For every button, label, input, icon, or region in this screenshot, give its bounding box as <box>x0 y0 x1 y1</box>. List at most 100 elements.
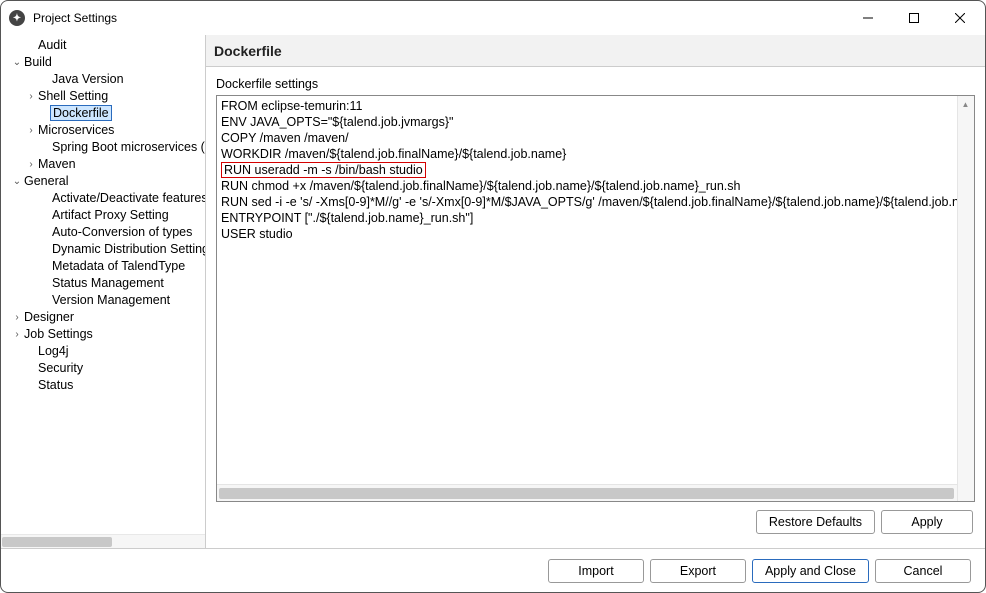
tree-item[interactable]: ·Auto-Conversion of types <box>1 224 205 241</box>
tree-item[interactable]: ›Microservices <box>1 122 205 139</box>
editor-horizontal-scrollbar-thumb[interactable] <box>219 488 954 499</box>
chevron-right-icon[interactable]: › <box>25 156 37 173</box>
tree-item[interactable]: ⌄Build <box>1 54 205 71</box>
titlebar: ✦ Project Settings <box>1 1 985 35</box>
tree-item-label: Metadata of TalendType <box>51 259 186 273</box>
tree-item-label: Maven <box>37 157 77 171</box>
editor-line: USER studio <box>221 226 956 242</box>
apply-and-close-button[interactable]: Apply and Close <box>752 559 869 583</box>
tree-item[interactable]: ·Audit <box>1 37 205 54</box>
tree-item-label: Artifact Proxy Setting <box>51 208 170 222</box>
tree-item-label: General <box>23 174 69 188</box>
scrollbar-up-arrow-icon[interactable]: ▲ <box>957 96 974 113</box>
export-button[interactable]: Export <box>650 559 746 583</box>
main-panel: Dockerfile Dockerfile settings FROM ecli… <box>206 35 985 548</box>
caret-placeholder: · <box>39 71 51 88</box>
tree-item-label: Log4j <box>37 344 70 358</box>
tree-item-label: Dockerfile <box>51 106 111 120</box>
tree-item[interactable]: ·Activate/Deactivate features <box>1 190 205 207</box>
tree-item-label: Audit <box>37 38 68 52</box>
tree-item-label: Shell Setting <box>37 89 109 103</box>
tree-item-label: Microservices <box>37 123 115 137</box>
window-title: Project Settings <box>33 11 117 25</box>
caret-placeholder: · <box>39 292 51 309</box>
editor-line: ENV JAVA_OPTS="${talend.job.jvmargs}" <box>221 114 956 130</box>
import-button[interactable]: Import <box>548 559 644 583</box>
tree-item[interactable]: ·Artifact Proxy Setting <box>1 207 205 224</box>
tree-item[interactable]: ·Log4j <box>1 343 205 360</box>
page-title: Dockerfile <box>214 43 282 59</box>
editor-line: FROM eclipse-temurin:11 <box>221 98 956 114</box>
maximize-button[interactable] <box>891 3 937 33</box>
chevron-down-icon[interactable]: ⌄ <box>11 54 23 71</box>
tree-item[interactable]: ⌄General <box>1 173 205 190</box>
tree-item-label: Designer <box>23 310 75 324</box>
tree-item[interactable]: ·Java Version <box>1 71 205 88</box>
caret-placeholder: · <box>25 360 37 377</box>
main-header: Dockerfile <box>206 35 985 67</box>
editor-line: RUN chmod +x /maven/${talend.job.finalNa… <box>221 178 956 194</box>
caret-placeholder: · <box>39 241 51 258</box>
caret-placeholder: · <box>25 343 37 360</box>
tree-item[interactable]: ·Spring Boot microservices (Deprecated) <box>1 139 205 156</box>
tree-item[interactable]: ›Shell Setting <box>1 88 205 105</box>
tree-item[interactable]: ·Version Management <box>1 292 205 309</box>
tree-item[interactable]: ·Dynamic Distribution Settings <box>1 241 205 258</box>
tree-item-label: Build <box>23 55 53 69</box>
tree-item-label: Security <box>37 361 84 375</box>
window-controls <box>845 3 983 33</box>
editor-line: RUN useradd -m -s /bin/bash studio <box>221 162 956 178</box>
dockerfile-editor-container: FROM eclipse-temurin:11ENV JAVA_OPTS="${… <box>216 95 975 502</box>
content-area: Dockerfile settings FROM eclipse-temurin… <box>206 67 985 548</box>
app-icon: ✦ <box>9 10 25 26</box>
chevron-right-icon[interactable]: › <box>25 122 37 139</box>
tree-item[interactable]: ·Metadata of TalendType <box>1 258 205 275</box>
restore-defaults-button[interactable]: Restore Defaults <box>756 510 875 534</box>
chevron-right-icon[interactable]: › <box>11 309 23 326</box>
body-area: ·Audit⌄Build·Java Version›Shell Setting·… <box>1 35 985 548</box>
panel-buttons: Restore Defaults Apply <box>216 502 975 542</box>
sidebar-scrollbar-thumb[interactable] <box>2 537 112 547</box>
editor-line: COPY /maven /maven/ <box>221 130 956 146</box>
sidebar: ·Audit⌄Build·Java Version›Shell Setting·… <box>1 35 206 548</box>
settings-label: Dockerfile settings <box>216 77 975 91</box>
editor-line: ENTRYPOINT ["./${talend.job.name}_run.sh… <box>221 210 956 226</box>
dockerfile-editor[interactable]: FROM eclipse-temurin:11ENV JAVA_OPTS="${… <box>221 98 956 242</box>
tree-item[interactable]: ·Status <box>1 377 205 394</box>
cancel-button[interactable]: Cancel <box>875 559 971 583</box>
tree-item[interactable]: ›Maven <box>1 156 205 173</box>
tree-item[interactable]: ›Job Settings <box>1 326 205 343</box>
apply-button[interactable]: Apply <box>881 510 973 534</box>
tree-item-label: Job Settings <box>23 327 94 341</box>
tree-item-label: Version Management <box>51 293 171 307</box>
caret-placeholder: · <box>25 37 37 54</box>
tree-item-label: Spring Boot microservices (Deprecated) <box>51 140 205 154</box>
sidebar-horizontal-scrollbar[interactable] <box>1 534 205 548</box>
tree-item-label: Dynamic Distribution Settings <box>51 242 205 256</box>
caret-placeholder: · <box>39 207 51 224</box>
caret-placeholder: · <box>39 275 51 292</box>
editor-horizontal-scrollbar[interactable] <box>217 484 957 501</box>
tree-item[interactable]: ·Status Management <box>1 275 205 292</box>
tree-item[interactable]: ›Designer <box>1 309 205 326</box>
caret-placeholder: · <box>39 190 51 207</box>
titlebar-left: ✦ Project Settings <box>9 10 117 26</box>
editor-line: WORKDIR /maven/${talend.job.finalName}/$… <box>221 146 956 162</box>
caret-placeholder: · <box>39 139 51 156</box>
tree-item-label: Activate/Deactivate features <box>51 191 205 205</box>
tree-item-label: Status <box>37 378 74 392</box>
close-button[interactable] <box>937 3 983 33</box>
minimize-button[interactable] <box>845 3 891 33</box>
caret-placeholder: · <box>39 224 51 241</box>
tree-item[interactable]: ·Dockerfile <box>1 105 205 122</box>
caret-placeholder: · <box>39 105 51 122</box>
chevron-down-icon[interactable]: ⌄ <box>11 173 23 190</box>
tree-item[interactable]: ·Security <box>1 360 205 377</box>
settings-tree[interactable]: ·Audit⌄Build·Java Version›Shell Setting·… <box>1 37 205 394</box>
editor-line: RUN sed -i -e 's/ -Xms[0-9]*M//g' -e 's/… <box>221 194 956 210</box>
caret-placeholder: · <box>25 377 37 394</box>
chevron-right-icon[interactable]: › <box>11 326 23 343</box>
chevron-right-icon[interactable]: › <box>25 88 37 105</box>
editor-vertical-scrollbar[interactable]: ▲ <box>957 96 974 501</box>
caret-placeholder: · <box>39 258 51 275</box>
